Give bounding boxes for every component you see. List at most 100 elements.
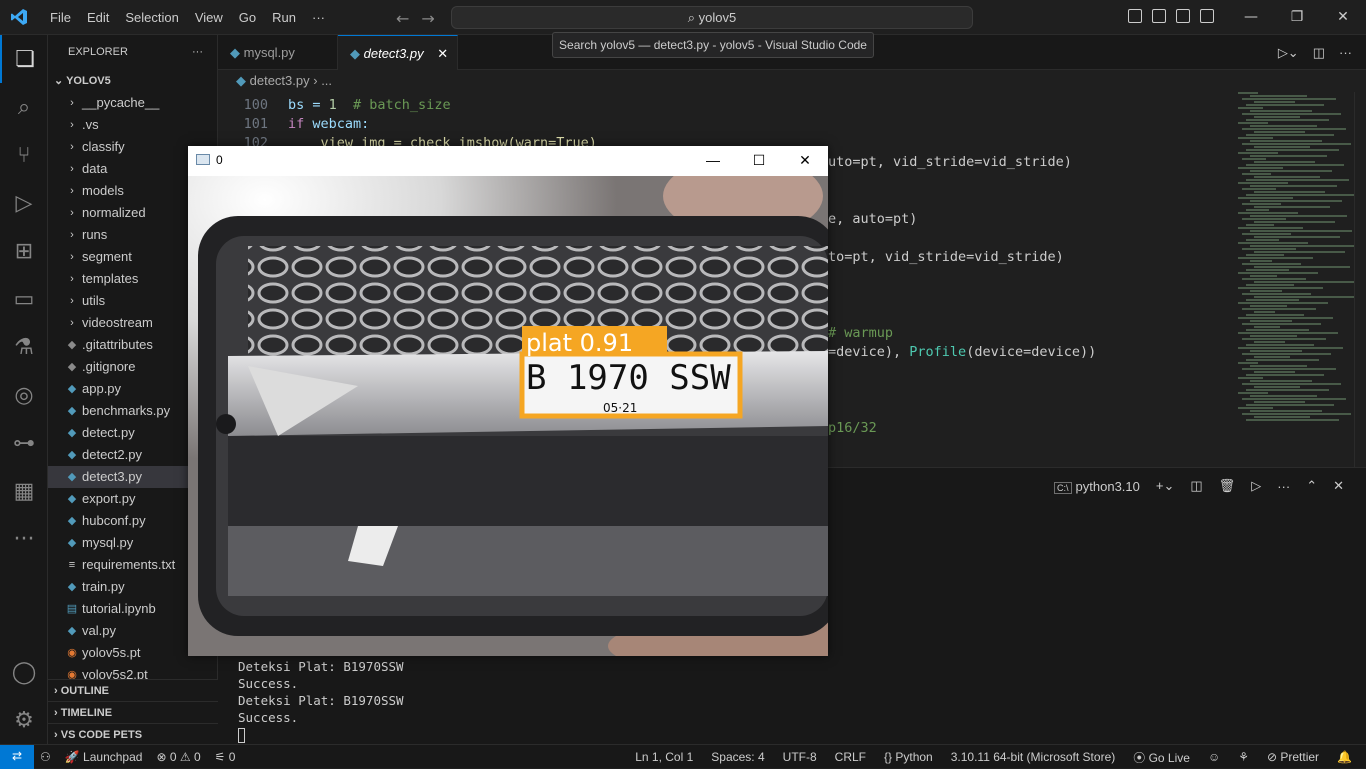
minimize-icon[interactable]: —: [690, 146, 736, 174]
minimap-line: [1242, 293, 1311, 295]
tab-mysql[interactable]: ◆ mysql.py: [218, 35, 338, 70]
tree-item-label: data: [82, 161, 108, 176]
timeline-section[interactable]: › TIMELINE: [48, 701, 218, 723]
maximize-panel-icon[interactable]: ⌃: [1306, 478, 1317, 494]
back-arrow-icon[interactable]: ←: [396, 9, 409, 28]
minimap[interactable]: [1238, 92, 1354, 467]
breadcrumb-file[interactable]: detect3.py: [250, 73, 310, 88]
run-python-icon[interactable]: ▷⌄: [1278, 45, 1299, 61]
manage-gear-icon[interactable]: ⚙: [0, 696, 48, 744]
python-interpreter[interactable]: 3.10.11 64-bit (Microsoft Store): [951, 750, 1116, 764]
run-terminal-icon[interactable]: ▷: [1251, 478, 1261, 494]
explorer-more-icon[interactable]: ···: [192, 35, 203, 70]
minimap-line: [1238, 302, 1328, 304]
minimap-line: [1254, 221, 1335, 223]
opencv-window[interactable]: 0 — ☐ ✕ plat 0.91 B 1970 SSW 05·21: [188, 146, 828, 656]
prettier-item[interactable]: ⊘ Prettier: [1267, 750, 1319, 764]
forward-arrow-icon[interactable]: →: [421, 9, 434, 28]
copilot-icon[interactable]: ☺: [1208, 750, 1220, 764]
git-graph-icon[interactable]: ⊶: [0, 419, 48, 467]
command-center-search[interactable]: ⌕ yolov5: [451, 6, 973, 29]
minimap-line: [1246, 149, 1339, 151]
minimap-line: [1238, 407, 1273, 409]
terminal-line: Success.: [238, 676, 299, 691]
search-view-icon[interactable]: ⌕: [0, 83, 48, 131]
kill-terminal-icon[interactable]: 🗑: [1219, 478, 1236, 494]
more-actions-icon[interactable]: ···: [1339, 45, 1352, 61]
outline-section[interactable]: › OUTLINE: [48, 679, 218, 701]
python-file-icon: ◆: [67, 581, 77, 593]
source-control-icon[interactable]: ⑂: [0, 131, 48, 179]
menu-selection[interactable]: Selection: [117, 10, 186, 25]
close-panel-icon[interactable]: ✕: [1333, 478, 1344, 494]
minimap-line: [1254, 131, 1305, 133]
minimap-line: [1238, 257, 1313, 259]
tab-close-icon[interactable]: ✕: [437, 46, 448, 61]
remote-indicator-icon[interactable]: ⇄: [0, 745, 34, 769]
accounts-icon[interactable]: ◯: [0, 648, 48, 696]
terminal-output[interactable]: Deteksi Plat: B1970SSW Success. Deteksi …: [238, 658, 404, 743]
go-live-button[interactable]: ⦿ Go Live: [1133, 749, 1190, 766]
notifications-icon[interactable]: 🔔: [1337, 750, 1352, 764]
end-of-line[interactable]: CRLF: [835, 750, 866, 764]
more-views-icon[interactable]: ···: [0, 515, 48, 563]
toggle-sidebar-icon[interactable]: [1128, 9, 1142, 23]
indentation[interactable]: Spaces: 4: [711, 750, 764, 764]
terminal-selector[interactable]: C:\ python3.10: [1054, 479, 1140, 494]
editor-scrollbar[interactable]: [1354, 92, 1366, 467]
minimap-line: [1242, 233, 1291, 235]
layout-controls: [1128, 9, 1214, 23]
customize-layout-icon[interactable]: [1200, 9, 1214, 23]
menu-more[interactable]: ···: [304, 10, 333, 25]
split-editor-icon[interactable]: ◫: [1313, 45, 1325, 61]
remote-explorer-icon[interactable]: ▭: [0, 275, 48, 323]
language-mode[interactable]: {} Python: [884, 750, 933, 764]
ports-item[interactable]: ⚟ 0: [215, 750, 236, 764]
testing-icon[interactable]: ⚗: [0, 323, 48, 371]
menu-run[interactable]: Run: [264, 10, 304, 25]
python-file-icon: ◆: [67, 625, 77, 637]
tree-item-label: models: [82, 183, 124, 198]
line-numbers: 100 101 102: [218, 96, 268, 153]
run-debug-icon[interactable]: ▷: [0, 179, 48, 227]
maximize-icon[interactable]: ☐: [736, 146, 782, 174]
minimap-line: [1246, 164, 1344, 166]
workspace-root[interactable]: ⌄ YOLOV5: [48, 70, 217, 92]
toggle-secondary-sidebar-icon[interactable]: [1176, 9, 1190, 23]
restore-icon[interactable]: ❐: [1274, 0, 1320, 35]
close-icon[interactable]: ✕: [782, 146, 828, 174]
opencv-title-bar[interactable]: 0 — ☐ ✕: [188, 146, 828, 176]
live-share-icon[interactable]: ⚇: [40, 750, 51, 764]
menu-edit[interactable]: Edit: [79, 10, 117, 25]
vscode-pets-section[interactable]: › VS CODE PETS: [48, 723, 218, 745]
extensions-icon[interactable]: ⊞: [0, 227, 48, 275]
menu-file[interactable]: File: [42, 10, 79, 25]
feedback-icon[interactable]: ⚘: [1238, 750, 1249, 764]
code-comment: p16/32: [828, 420, 877, 436]
problems-item[interactable]: ⊗ 0 ⚠ 0: [156, 750, 200, 764]
split-terminal-icon[interactable]: ◫: [1190, 478, 1202, 494]
code-lines: bs = 1 # batch_size if webcam: view_img …: [288, 96, 597, 153]
docker-icon[interactable]: ▦: [0, 467, 48, 515]
minimap-line: [1250, 395, 1317, 397]
explorer-icon[interactable]: ❏: [0, 35, 48, 83]
close-icon[interactable]: ✕: [1320, 0, 1366, 35]
tab-detect3[interactable]: ◆ detect3.py ✕: [338, 35, 458, 70]
gitlens-icon[interactable]: ◎: [0, 371, 48, 419]
breadcrumb-symbol[interactable]: ...: [321, 73, 332, 88]
panel-more-icon[interactable]: ···: [1277, 479, 1290, 494]
tree-item-label: tutorial.ipynb: [82, 601, 156, 616]
launchpad-item[interactable]: 🚀 Launchpad: [65, 750, 143, 764]
new-terminal-icon[interactable]: +⌄: [1156, 478, 1174, 494]
file-encoding[interactable]: UTF-8: [783, 750, 817, 764]
tree-folder[interactable]: › __pycache__: [48, 92, 217, 114]
tree-item-label: train.py: [82, 579, 125, 594]
tree-folder[interactable]: › .vs: [48, 114, 217, 136]
menu-view[interactable]: View: [187, 10, 231, 25]
menu-go[interactable]: Go: [231, 10, 264, 25]
toggle-panel-icon[interactable]: [1152, 9, 1166, 23]
minimize-icon[interactable]: —: [1228, 0, 1274, 35]
minimap-line: [1246, 254, 1284, 256]
minimap-line: [1242, 353, 1331, 355]
cursor-position[interactable]: Ln 1, Col 1: [635, 750, 693, 764]
